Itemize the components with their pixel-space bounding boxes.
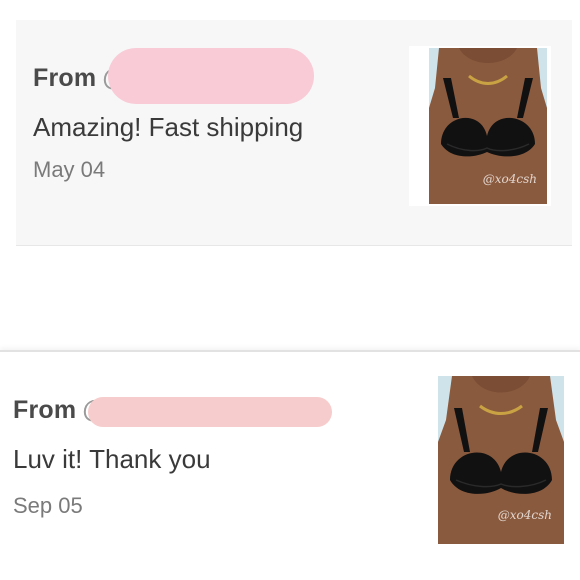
review-card: From @ Luv it! Thank you Sep 05 @xo4csh (0, 350, 580, 580)
redacted-username (108, 48, 314, 104)
photo-watermark: @xo4csh (482, 172, 537, 186)
review-text: Luv it! Thank you (13, 444, 211, 474)
review-date: May 04 (33, 157, 106, 182)
review-photo[interactable]: @xo4csh (438, 376, 564, 544)
from-label: From (33, 64, 97, 92)
review-photo[interactable]: @xo4csh (429, 48, 547, 204)
review-photo-frame[interactable]: @xo4csh (438, 376, 564, 544)
photo-watermark: @xo4csh (497, 508, 552, 522)
redacted-username (88, 397, 332, 427)
review-photo-frame[interactable]: @xo4csh (409, 46, 551, 206)
review-date: Sep 05 (13, 493, 83, 518)
from-label: From (13, 396, 77, 424)
review-text: Amazing! Fast shipping (33, 112, 304, 142)
review-card: From @ Amazing! Fast shipping May 04 @xo… (16, 20, 572, 246)
